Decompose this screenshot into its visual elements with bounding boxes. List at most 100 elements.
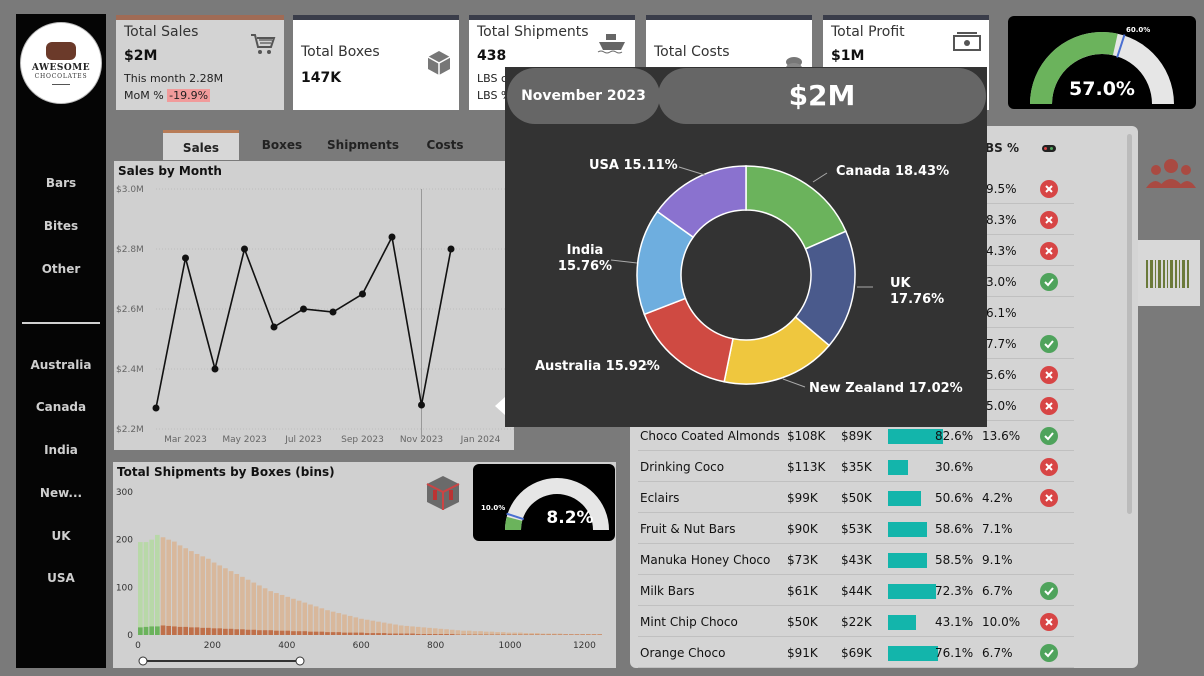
shipment-lbs-gauge[interactable]: 10.0% 8.2% (473, 464, 615, 541)
kpi-total-sales[interactable]: Total Sales $2M This month 2.28M MoM % -… (116, 15, 284, 110)
histogram-bar (268, 591, 274, 635)
histogram-bar-overlay (143, 626, 149, 635)
sales-cell: $99K (787, 491, 818, 505)
tab-boxes[interactable]: Boxes (245, 130, 319, 160)
histogram-bar (155, 534, 160, 635)
sales-by-month-chart[interactable]: Sales by Month $3.0M $2.8M $2.6M $2.4M $2.2M… (114, 161, 514, 450)
nav-product-bars[interactable]: Bars (16, 176, 106, 190)
histogram-bar (274, 593, 279, 635)
histogram-bar (240, 576, 245, 635)
profit-gauge-target: 60.0% (1126, 26, 1151, 34)
histogram-bar-overlay (223, 628, 228, 635)
x-tick-label: Mar 2023 (164, 435, 207, 445)
histogram-bar (262, 588, 268, 635)
histogram-bar (166, 539, 172, 635)
barcode-icon[interactable] (1138, 240, 1200, 306)
x-tick-label: 800 (427, 641, 444, 651)
nav-country-india[interactable]: India (16, 443, 106, 457)
histogram-bar-overlay (228, 628, 234, 635)
tab-costs[interactable]: Costs (408, 130, 482, 160)
table-row[interactable]: Eclairs $99K $50K 50.6% 4.2% (638, 482, 1074, 513)
ship-icon (597, 32, 627, 58)
mom-negative-badge: -19.9% (167, 89, 211, 102)
histogram-bar-overlay (211, 628, 217, 635)
lbs-cell: 6.7% (982, 646, 1013, 660)
lbs-cell: 8.3% (986, 213, 1017, 227)
table-row[interactable]: Drinking Coco $113K $35K 30.6% (638, 451, 1074, 482)
histogram-bar (149, 539, 155, 635)
nav-product-other[interactable]: Other (16, 262, 106, 276)
nav-country-canada[interactable]: Canada (16, 400, 106, 414)
lbs-cell: 6.1% (986, 306, 1017, 320)
sales-point (270, 323, 278, 331)
nav-country-uk[interactable]: UK (16, 529, 106, 543)
histogram-bar-overlay (393, 633, 398, 635)
sales-line (155, 234, 452, 409)
cross-status-icon (1040, 211, 1058, 229)
histogram-bar-overlay (296, 631, 302, 635)
histogram-bar-overlay (200, 627, 206, 635)
tab-sales[interactable]: Sales (163, 130, 239, 160)
table-row[interactable]: Milk Bars $61K $44K 72.3% 6.7% (638, 575, 1074, 606)
histogram-bar-overlay (421, 634, 427, 635)
margin-bar (888, 491, 921, 506)
sales-cell: $50K (787, 615, 818, 629)
histogram-bar-overlay (370, 633, 376, 635)
histogram-bar-overlay (444, 634, 449, 635)
kpi-total-boxes[interactable]: Total Boxes 147K (293, 15, 459, 110)
sales-point (329, 308, 337, 316)
histogram-bar-overlay (410, 633, 415, 635)
tab-shipments[interactable]: Shipments (325, 130, 401, 160)
table-row[interactable]: Mint Chip Choco $50K $22K 43.1% 10.0% (638, 606, 1074, 637)
nav-country-australia[interactable]: Australia (16, 358, 106, 372)
x-tick-label: 200 (204, 641, 221, 651)
product-cell: Drinking Coco (640, 460, 725, 474)
histogram-bar (285, 596, 291, 635)
y-tick-label: 100 (116, 583, 133, 593)
product-cell: Choco Coated Almonds (640, 429, 780, 443)
y-tick-label: $2.8M (116, 245, 144, 255)
product-cell: Orange Choco (640, 646, 726, 660)
lbs-cell: 10.0% (982, 615, 1021, 629)
table-scrollbar[interactable] (1127, 134, 1132, 514)
histogram-bar-overlay (449, 634, 455, 635)
table-row[interactable]: Fruit & Nut Bars $90K $53K 58.6% 7.1% (638, 513, 1074, 544)
users-icon[interactable] (1145, 156, 1197, 196)
histogram-bar (194, 553, 200, 635)
histogram-bar-overlay (364, 633, 370, 635)
sidebar: AWESOME CHOCOLATES Bars Bites Other Aust… (16, 14, 106, 668)
nav-country-usa[interactable]: USA (16, 571, 106, 585)
product-cell: Mint Chip Choco (640, 615, 738, 629)
histogram-bar (138, 542, 143, 635)
sales-point (447, 245, 455, 253)
y-tick-label: 300 (116, 488, 133, 498)
donut-leader-line (782, 378, 806, 388)
donut-label-uk: UK 17.76% (890, 276, 945, 307)
histogram-bar (353, 617, 359, 635)
histogram-bar (143, 542, 149, 635)
y-tick-label: $3.0M (116, 185, 144, 195)
histogram-bar-overlay (302, 631, 308, 635)
histogram-bar (302, 602, 308, 635)
lbs-cell: 7.7% (986, 337, 1017, 351)
donut-label-canada: Canada 18.43% (836, 164, 950, 179)
margin-cell: 43.1% (935, 615, 974, 629)
profit-margin-gauge[interactable]: 60.0% 57.0% (1008, 16, 1196, 109)
lbs-cell: 4.3% (986, 244, 1017, 258)
nav-product-bites[interactable]: Bites (16, 219, 106, 233)
margin-cell: 72.3% (935, 584, 974, 598)
sales-cell: $90K (787, 522, 818, 536)
check-status-icon (1040, 582, 1058, 600)
company-logo: AWESOME CHOCOLATES (20, 22, 102, 104)
histogram-bar-overlay (308, 631, 313, 635)
nav-country-new-zealand[interactable]: New... (16, 486, 106, 500)
table-row[interactable]: Manuka Honey Choco $73K $43K 58.5% 9.1% (638, 544, 1074, 575)
y-tick-label: $2.6M (116, 305, 144, 315)
histogram-bar-overlay (251, 629, 257, 635)
sales-point (300, 305, 307, 313)
histogram-bar (177, 545, 183, 635)
table-row[interactable]: Orange Choco $91K $69K 76.1% 6.7% (638, 637, 1074, 668)
profit-cell: $89K (841, 429, 872, 443)
histogram-bar (415, 626, 421, 635)
chocolate-logo-icon (46, 41, 76, 60)
